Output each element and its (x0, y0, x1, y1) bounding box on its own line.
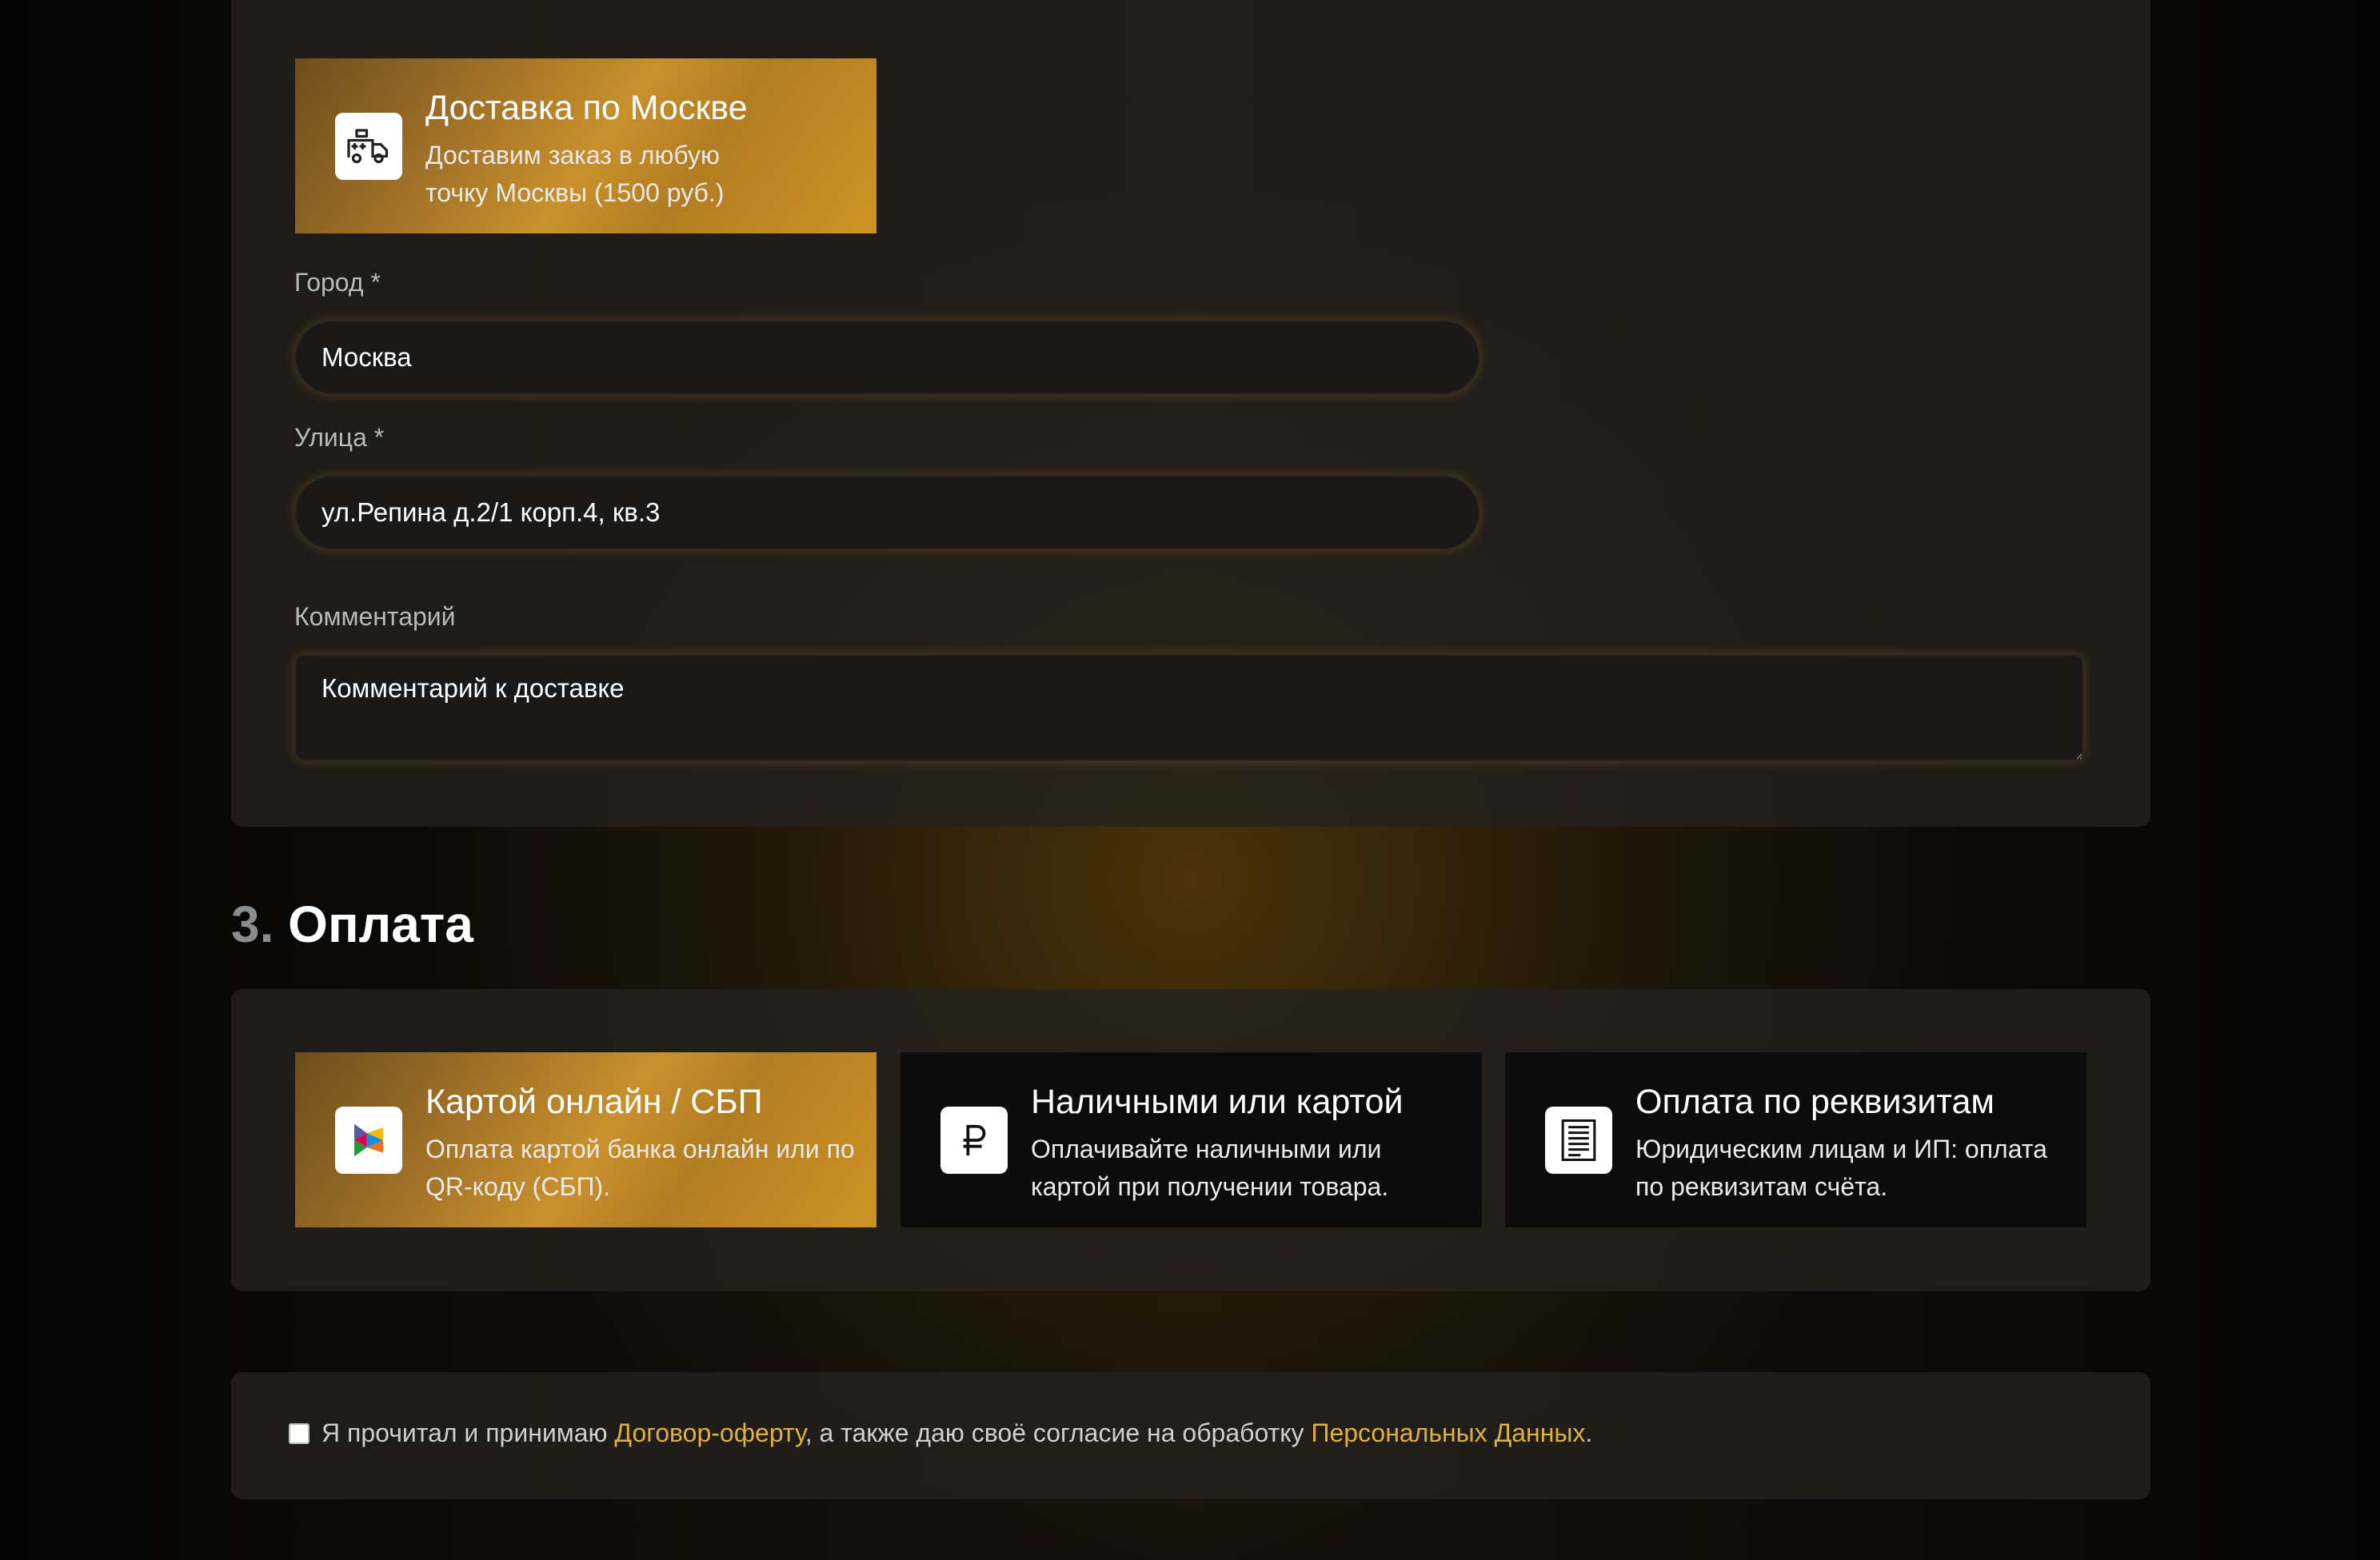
consent-text-middle: , а также даю своё согласие на обработку (805, 1418, 1312, 1447)
delivery-option-moscow[interactable]: Доставка по Москве Доставим заказ в любу… (295, 58, 877, 233)
payment-option-invoice[interactable]: Оплата по реквизитам Юридическим лицам и… (1505, 1052, 2086, 1227)
consent-checkbox[interactable] (289, 1423, 309, 1444)
payment-section-heading: 3. Оплата (231, 892, 473, 956)
street-label: Улица * (294, 423, 385, 452)
sbp-icon (335, 1107, 402, 1174)
delivery-option-description: Доставим заказ в любую точку Москвы (150… (425, 141, 725, 207)
payment-option-title: Оплата по реквизитам (1635, 1083, 1995, 1121)
payment-option-description: Юридическим лицам и ИП: оплата по реквиз… (1635, 1135, 2047, 1201)
section-title: Оплата (288, 896, 473, 953)
delivery-option-title: Доставка по Москве (425, 89, 748, 127)
truck-icon (335, 113, 402, 180)
ruble-icon (940, 1107, 1008, 1174)
city-input[interactable] (294, 320, 1480, 395)
comment-textarea[interactable] (294, 654, 2084, 761)
payment-option-card-online[interactable]: Картой онлайн / СБП Оплата картой банка … (295, 1052, 877, 1227)
payment-option-title: Картой онлайн / СБП (425, 1083, 763, 1121)
payment-option-cash[interactable]: Наличными или картой Оплачивайте наличны… (900, 1052, 1482, 1227)
delivery-panel: Доставка по Москве Доставим заказ в любу… (231, 0, 2150, 827)
payment-option-title: Наличными или картой (1031, 1083, 1404, 1121)
street-input[interactable] (294, 475, 1480, 550)
section-number: 3. (231, 896, 274, 953)
document-icon (1545, 1107, 1612, 1174)
offer-agreement-link[interactable]: Договор-оферту (614, 1418, 805, 1447)
city-label: Город * (294, 268, 381, 297)
comment-label: Комментарий (294, 602, 456, 631)
consent-text-after: . (1585, 1418, 1593, 1447)
consent-text: Я прочитал и принимаю Договор-оферту, а … (321, 1417, 1592, 1449)
payment-option-description: Оплата картой банка онлайн или по QR-код… (425, 1135, 855, 1201)
consent-text-before: Я прочитал и принимаю (321, 1418, 615, 1447)
payment-option-description: Оплачивайте наличными или картой при пол… (1031, 1135, 1389, 1201)
payment-panel: Картой онлайн / СБП Оплата картой банка … (231, 989, 2150, 1291)
personal-data-link[interactable]: Персональных Данных (1311, 1418, 1585, 1447)
